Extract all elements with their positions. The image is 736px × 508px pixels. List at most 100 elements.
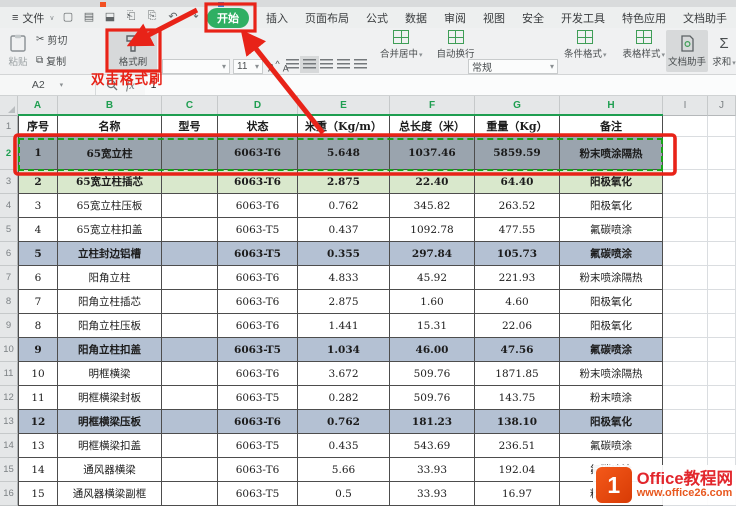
- cell-D13[interactable]: 6063-T6: [218, 410, 298, 434]
- column-header-J[interactable]: J: [708, 96, 736, 116]
- cell-A16[interactable]: 15: [18, 482, 58, 506]
- ribbon-tab-2[interactable]: 页面布局: [305, 10, 349, 26]
- cell-D7[interactable]: 6063-T6: [218, 266, 298, 290]
- cell-F2[interactable]: 1037.46: [390, 137, 475, 170]
- cell-J8[interactable]: [708, 290, 736, 314]
- cell-H9[interactable]: 阳极氧化: [560, 314, 663, 338]
- wrap-text-button[interactable]: 自动换行: [437, 30, 475, 60]
- cell-H4[interactable]: 阳极氧化: [560, 194, 663, 218]
- format-painter-button[interactable]: 格式刷: [109, 30, 157, 72]
- cell-E10[interactable]: 1.034: [298, 338, 390, 362]
- cell-H3[interactable]: 阳极氧化: [560, 170, 663, 194]
- autosum-button[interactable]: Σ 求和▾: [712, 30, 736, 72]
- cell-J1[interactable]: [708, 116, 736, 137]
- cell-F10[interactable]: 46.00: [390, 338, 475, 362]
- row-number-16[interactable]: 16: [0, 482, 18, 506]
- cell-F8[interactable]: 1.60: [390, 290, 475, 314]
- cell-D8[interactable]: 6063-T6: [218, 290, 298, 314]
- cell-B2[interactable]: 65宽立柱: [58, 137, 162, 170]
- cell-F5[interactable]: 1092.78: [390, 218, 475, 242]
- cell-I6[interactable]: [663, 242, 708, 266]
- select-all-corner[interactable]: [0, 96, 18, 116]
- cell-E4[interactable]: 0.762: [298, 194, 390, 218]
- cell-B6[interactable]: 立柱封边铝槽: [58, 242, 162, 266]
- cell-H12[interactable]: 粉末喷涂: [560, 386, 663, 410]
- cell-A4[interactable]: 3: [18, 194, 58, 218]
- cell-F4[interactable]: 345.82: [390, 194, 475, 218]
- row-number-6[interactable]: 6: [0, 242, 18, 266]
- cell-G8[interactable]: 4.60: [475, 290, 560, 314]
- cell-J12[interactable]: [708, 386, 736, 410]
- row-number-7[interactable]: 7: [0, 266, 18, 290]
- cell-I5[interactable]: [663, 218, 708, 242]
- ribbon-tab-4[interactable]: 数据: [405, 10, 427, 26]
- decrease-indent-button[interactable]: [337, 59, 350, 70]
- cell-H7[interactable]: 粉末喷涂隔热: [560, 266, 663, 290]
- number-format-combobox[interactable]: 常规▾: [468, 59, 558, 74]
- name-box[interactable]: A2 ▾: [0, 75, 96, 95]
- cell-F16[interactable]: 33.93: [390, 482, 475, 506]
- cell-I3[interactable]: [663, 170, 708, 194]
- cell-E14[interactable]: 0.435: [298, 434, 390, 458]
- cell-F14[interactable]: 543.69: [390, 434, 475, 458]
- save-icon[interactable]: ⬓: [104, 10, 116, 23]
- ribbon-tab-8[interactable]: 开发工具: [561, 10, 605, 26]
- cell-A1[interactable]: 序号: [18, 116, 58, 137]
- column-header-F[interactable]: F: [390, 96, 475, 116]
- cell-D5[interactable]: 6063-T5: [218, 218, 298, 242]
- cell-E16[interactable]: 0.5: [298, 482, 390, 506]
- cell-J9[interactable]: [708, 314, 736, 338]
- cell-H6[interactable]: 氟碳喷涂: [560, 242, 663, 266]
- open-file-icon[interactable]: ▤: [83, 10, 95, 23]
- cell-B4[interactable]: 65宽立柱压板: [58, 194, 162, 218]
- cell-C13[interactable]: [162, 410, 218, 434]
- undo-icon[interactable]: ↶: [167, 10, 179, 23]
- row-number-5[interactable]: 5: [0, 218, 18, 242]
- cell-I8[interactable]: [663, 290, 708, 314]
- cell-I12[interactable]: [663, 386, 708, 410]
- cell-J6[interactable]: [708, 242, 736, 266]
- cell-I1[interactable]: [663, 116, 708, 137]
- cell-A8[interactable]: 7: [18, 290, 58, 314]
- cell-E15[interactable]: 5.66: [298, 458, 390, 482]
- print-preview-icon[interactable]: ⎘: [146, 10, 158, 23]
- cell-E3[interactable]: 2.875: [298, 170, 390, 194]
- cell-I11[interactable]: [663, 362, 708, 386]
- font-size-combobox[interactable]: 11▾: [233, 59, 263, 74]
- row-number-3[interactable]: 3: [0, 170, 18, 194]
- column-header-B[interactable]: B: [58, 96, 162, 116]
- cell-B7[interactable]: 阳角立柱: [58, 266, 162, 290]
- cell-D1[interactable]: 状态: [218, 116, 298, 137]
- cell-A10[interactable]: 9: [18, 338, 58, 362]
- cell-C16[interactable]: [162, 482, 218, 506]
- ribbon-tab-10[interactable]: 文档助手: [683, 10, 727, 26]
- cell-B13[interactable]: 明框横梁压板: [58, 410, 162, 434]
- cell-E7[interactable]: 4.833: [298, 266, 390, 290]
- cell-F13[interactable]: 181.23: [390, 410, 475, 434]
- cell-I10[interactable]: [663, 338, 708, 362]
- file-menu-button[interactable]: ≡ 文件 ∨: [6, 9, 61, 26]
- cell-G2[interactable]: 5859.59: [475, 137, 560, 170]
- cell-I4[interactable]: [663, 194, 708, 218]
- row-number-12[interactable]: 12: [0, 386, 18, 410]
- cell-C6[interactable]: [162, 242, 218, 266]
- new-file-icon[interactable]: ▢: [62, 10, 74, 23]
- ribbon-tab-6[interactable]: 视图: [483, 10, 505, 26]
- cell-E5[interactable]: 0.437: [298, 218, 390, 242]
- align-middle-button[interactable]: [303, 59, 316, 70]
- cell-G7[interactable]: 221.93: [475, 266, 560, 290]
- merge-center-button[interactable]: 合并居中▾: [380, 30, 423, 60]
- cell-F15[interactable]: 33.93: [390, 458, 475, 482]
- cell-E8[interactable]: 2.875: [298, 290, 390, 314]
- cell-G3[interactable]: 64.40: [475, 170, 560, 194]
- cell-D14[interactable]: 6063-T5: [218, 434, 298, 458]
- cell-A11[interactable]: 10: [18, 362, 58, 386]
- cell-B15[interactable]: 通风器横梁: [58, 458, 162, 482]
- cell-E12[interactable]: 0.282: [298, 386, 390, 410]
- cell-G16[interactable]: 16.97: [475, 482, 560, 506]
- cell-A2[interactable]: 1: [18, 137, 58, 170]
- cell-E13[interactable]: 0.762: [298, 410, 390, 434]
- cell-E1[interactable]: 米重（Kg/m）: [298, 116, 390, 137]
- cell-A6[interactable]: 5: [18, 242, 58, 266]
- cell-F6[interactable]: 297.84: [390, 242, 475, 266]
